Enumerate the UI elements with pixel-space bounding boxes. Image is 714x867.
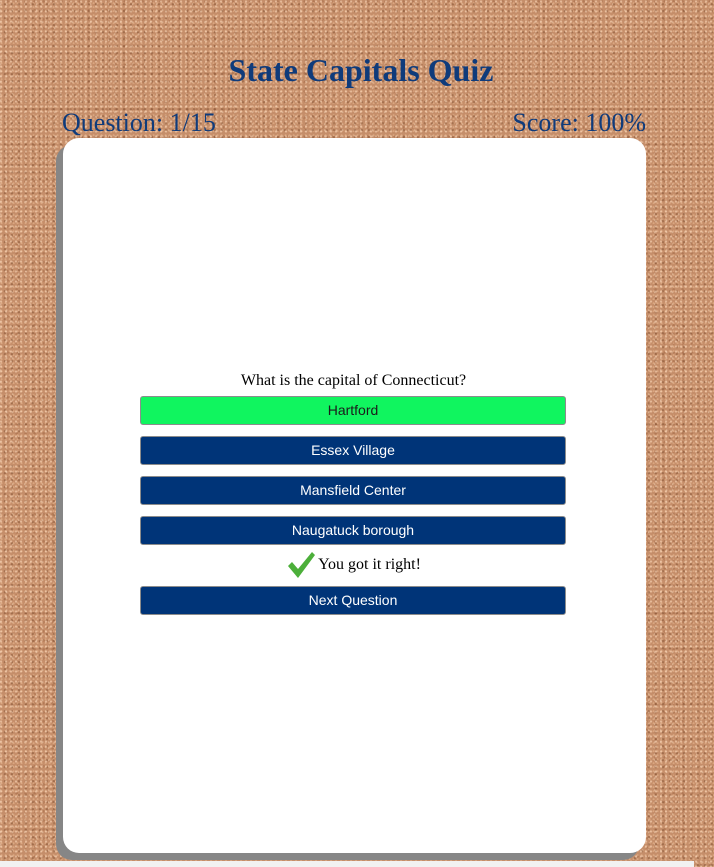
question-counter: Question: 1/15 (62, 108, 216, 137)
answer-button-3[interactable]: Mansfield Center (140, 476, 566, 505)
page-title: State Capitals Quiz (228, 52, 494, 88)
answer-button-4[interactable]: Naugatuck borough (140, 516, 566, 545)
feedback-text: You got it right! (318, 556, 421, 573)
score-display: Score: 100% (512, 108, 646, 137)
feedback-message: You got it right! (0, 550, 707, 580)
checkmark-icon (288, 552, 316, 578)
answer-button-2[interactable]: Essex Village (140, 436, 566, 465)
next-question-button[interactable]: Next Question (140, 586, 566, 615)
answer-button-1[interactable]: Hartford (140, 396, 566, 425)
question-text: What is the capital of Connecticut? (240, 372, 467, 389)
horizontal-scrollbar[interactable] (0, 861, 694, 867)
